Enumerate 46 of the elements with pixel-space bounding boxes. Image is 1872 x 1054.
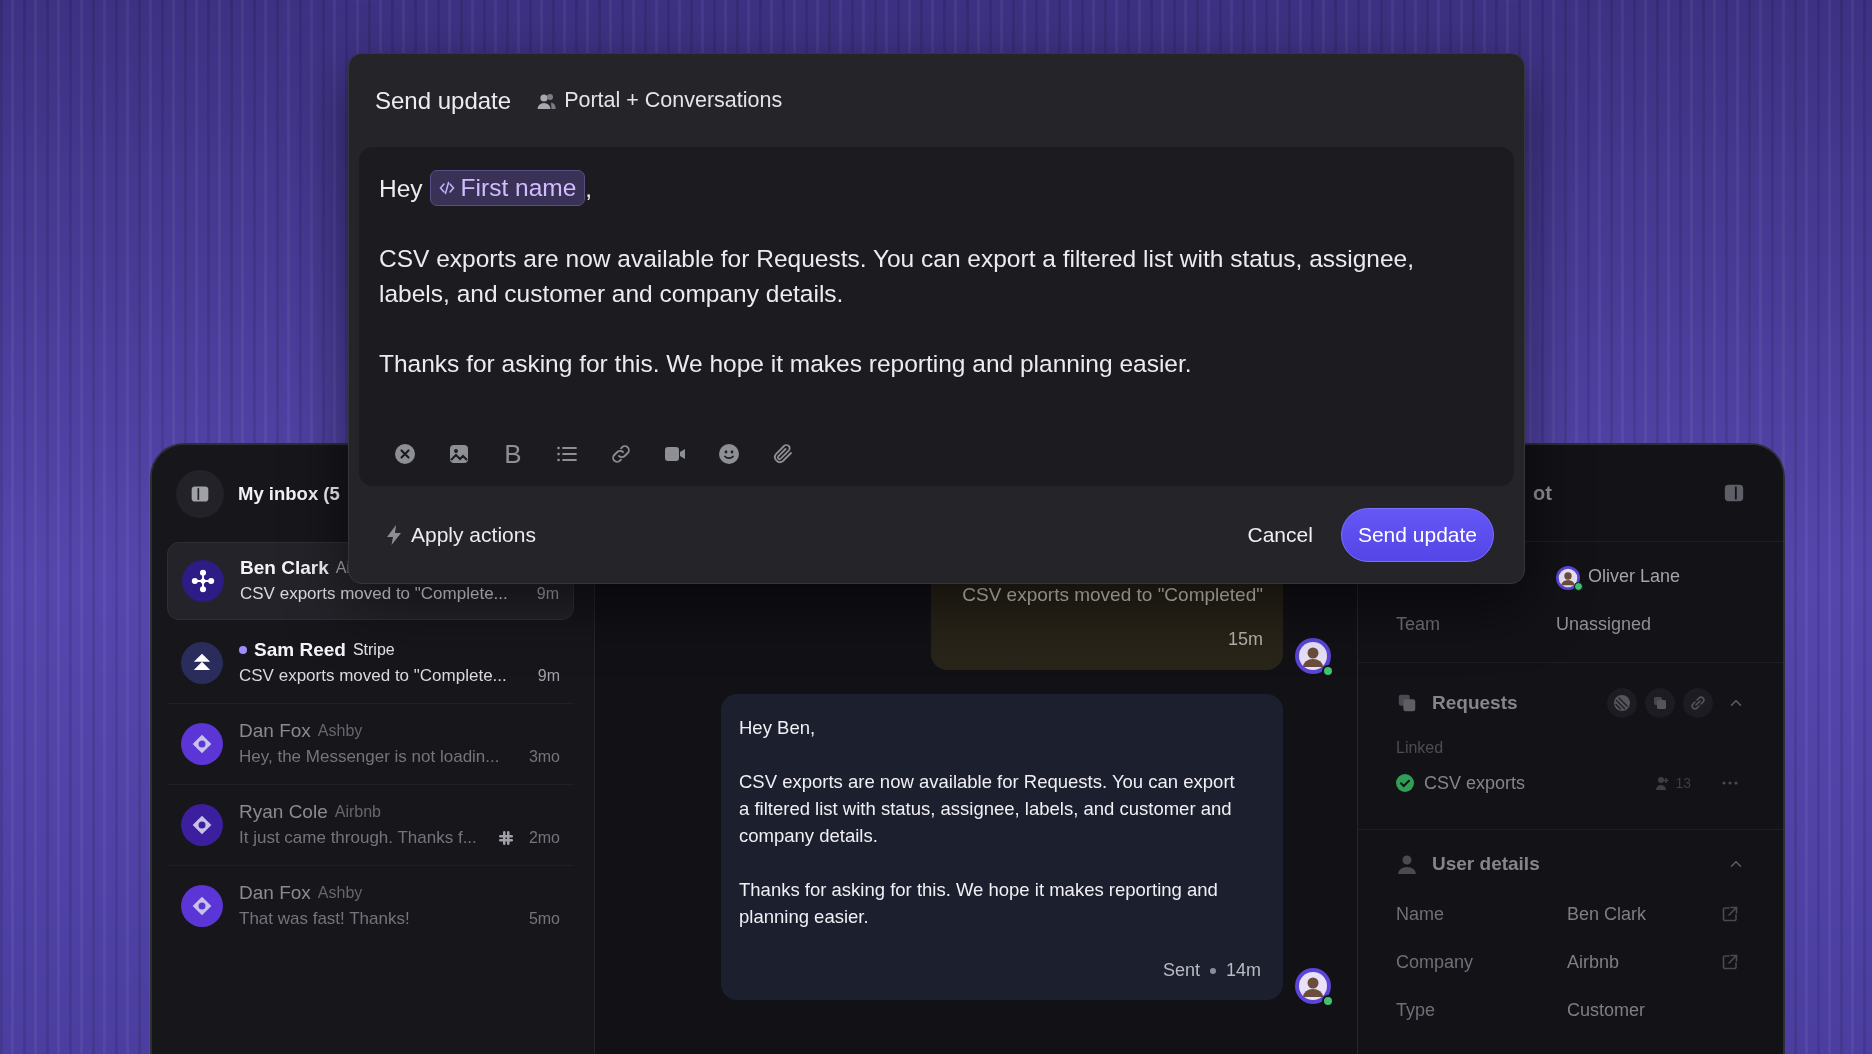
field-label: Team [1396, 612, 1441, 636]
panel-title: ot [1533, 481, 1552, 506]
message-text: CSV exports moved to "Completed" [961, 584, 1263, 606]
group-label: Linked [1396, 738, 1445, 758]
request-title: CSV exports [1424, 771, 1526, 795]
field-label: Type [1396, 998, 1437, 1022]
message-time: 2mo [528, 828, 560, 848]
message-preview: That was fast! Thanks! [239, 908, 410, 930]
message-time: 5mo [528, 909, 560, 929]
contact-name: Sam Reed [254, 638, 346, 662]
message-text: Hey Ben, [739, 716, 817, 740]
field-label: Name [1396, 902, 1445, 926]
message-preview: CSV exports moved to "Complete... [240, 583, 508, 605]
message-time: 15m [1227, 628, 1263, 650]
message-text: Thanks for asking for this. We hope it makes reporting and planning easier. [739, 878, 1219, 929]
body-paragraph: CSV exports are now available for Requests. You can export a filtered list with status, assignee, labels, and customer and company details. [379, 244, 1415, 309]
field-value: Unassigned [1556, 612, 1653, 636]
message-preview: It just came through. Thanks f... [239, 827, 477, 849]
inbox-title: My inbox (5 [238, 481, 340, 506]
company-name: Airbnb [334, 802, 381, 822]
field-value: Ben Clark [1567, 902, 1648, 926]
message-status: Sent [1162, 959, 1200, 982]
message-text: CSV exports are now available for Requests. You can export a filtered list with status, assignee, labels, and customer and company details. [739, 770, 1236, 848]
field-label: Company [1396, 950, 1475, 974]
contact-name: Ben Clark [240, 556, 329, 580]
message-time: 9m [537, 666, 560, 686]
company-name: Stripe [352, 640, 395, 660]
body-text: , [585, 173, 593, 204]
message-preview: CSV exports moved to "Complete... [239, 665, 507, 687]
message-time: 3mo [528, 747, 560, 767]
company-name: Ashby [317, 721, 363, 741]
company-name: Ashby [317, 883, 363, 903]
message-preview: Hey, the Messenger is not loadin... [239, 746, 500, 768]
contact-name: Ryan Cole [239, 800, 328, 824]
assignee-name: Oliver Lane [1588, 564, 1681, 588]
section-title: Requests [1432, 690, 1518, 715]
body-text: Hey [379, 173, 423, 204]
section-title: User details [1432, 851, 1540, 876]
contact-name: Dan Fox [239, 881, 311, 905]
dialog-title: Send update [375, 85, 512, 116]
message-time: 9m [536, 584, 559, 604]
body-paragraph: Thanks for asking for this. We hope it makes reporting and planning easier. [379, 349, 1193, 379]
message-time: 14m [1226, 959, 1261, 982]
contact-name: Dan Fox [239, 719, 311, 743]
field-value: Airbnb [1567, 950, 1621, 974]
field-value: Customer [1567, 998, 1647, 1022]
